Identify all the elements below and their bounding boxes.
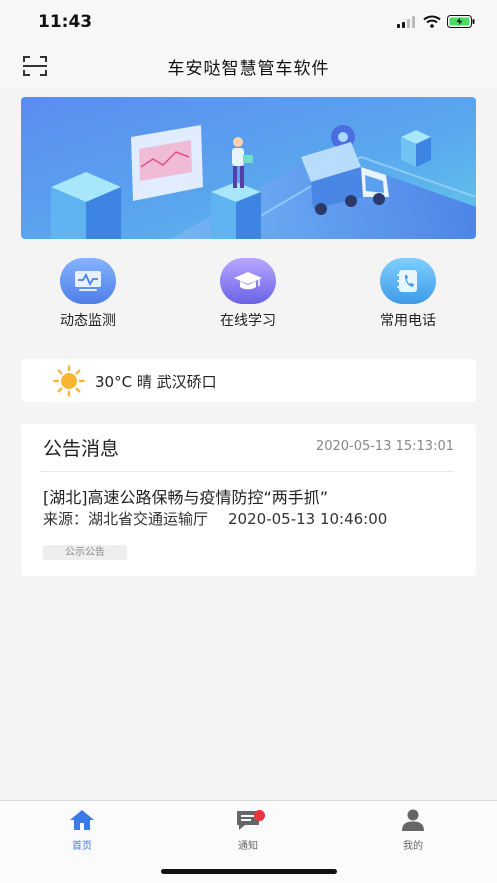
page-title: 车安哒智慧管车软件: [167, 59, 330, 79]
battery-charging-icon: [447, 15, 475, 28]
quick-action-phone[interactable]: 常用电话: [353, 258, 463, 334]
tab-label: 通知: [238, 841, 258, 852]
nav-bar: 车安哒智慧管车软件: [0, 44, 497, 88]
home-icon: [70, 810, 94, 830]
notice-title: 公告消息: [43, 438, 120, 460]
quick-actions: 动态监测 在线学习 常用电话: [21, 258, 476, 334]
weather-card[interactable]: 30°C 晴 武汉硚口: [21, 359, 476, 402]
quick-action-monitor[interactable]: 动态监测: [33, 258, 143, 334]
monitor-icon: [60, 258, 116, 304]
notice-card: 公告消息 2020-05-13 15:13:01 [湖北]高速公路保畅与疫情防控…: [21, 424, 476, 576]
notice-time: 2020-05-13 15:13:01: [315, 439, 454, 454]
news-source-line: 来源：湖北省交通运输厅 2020-05-13 10:46:00: [43, 508, 387, 529]
quick-action-label: 在线学习: [220, 313, 276, 329]
tab-label: 首页: [72, 841, 92, 852]
tab-notifications[interactable]: 通知: [203, 809, 293, 852]
graduation-cap-icon: [220, 258, 276, 304]
status-bar: 11:43: [0, 0, 497, 44]
quick-action-label: 动态监测: [60, 313, 116, 329]
tab-profile[interactable]: 我的: [368, 809, 458, 852]
tab-home[interactable]: 首页: [37, 809, 127, 852]
weather-text: 30°C 晴 武汉硚口: [95, 373, 217, 391]
banner[interactable]: [21, 97, 476, 239]
tab-label: 我的: [403, 841, 423, 852]
status-time: 11:43: [38, 12, 93, 32]
cellular-signal-icon: [397, 15, 415, 28]
home-indicator[interactable]: [161, 869, 337, 874]
divider: [41, 471, 454, 472]
news-title[interactable]: [湖北]高速公路保畅与疫情防控“两手抓”: [43, 484, 328, 508]
quick-action-learning[interactable]: 在线学习: [193, 258, 303, 334]
quick-action-label: 常用电话: [380, 313, 436, 329]
status-icons: [397, 15, 475, 28]
news-date: 2020-05-13 10:46:00: [228, 510, 388, 528]
wifi-icon: [423, 15, 441, 28]
news-tag: 公示公告: [43, 545, 127, 560]
user-icon: [402, 809, 424, 831]
news-source: 来源：湖北省交通运输厅: [43, 510, 209, 528]
notification-badge: [254, 810, 265, 821]
sun-icon: [53, 365, 85, 397]
phone-book-icon: [380, 258, 436, 304]
banner-illustration: [21, 97, 476, 239]
